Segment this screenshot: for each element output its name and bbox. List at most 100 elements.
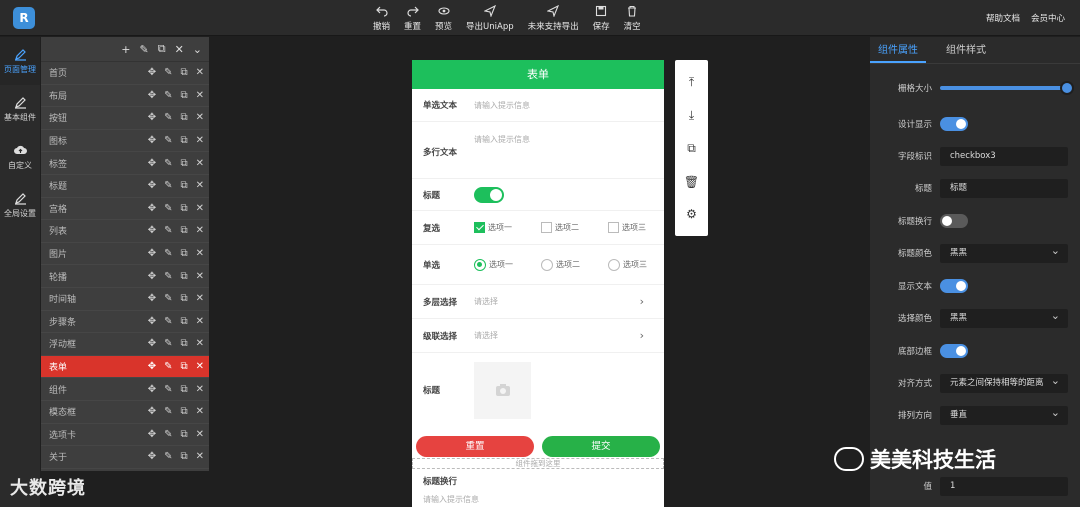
undo-button[interactable]: 撤销: [366, 5, 397, 32]
copy-icon[interactable]: ⧉: [180, 384, 187, 395]
page-list-item[interactable]: 表单 ✥ ✎ ⧉ ✕: [41, 355, 209, 379]
field-id-input[interactable]: checkbox3: [940, 146, 1068, 166]
page-list-item[interactable]: 标题 ✥ ✎ ⧉ ✕: [41, 175, 209, 198]
edit-icon[interactable]: ✎: [139, 43, 148, 56]
multilevel-select[interactable]: 请选择: [474, 296, 498, 307]
radio-option-1[interactable]: 选项一: [474, 258, 526, 271]
multilevel-select-row[interactable]: 多层选择 请选择 ›: [412, 285, 664, 319]
close-icon[interactable]: ✕: [196, 293, 204, 304]
value-input[interactable]: 1: [940, 476, 1068, 496]
close-icon[interactable]: ✕: [196, 316, 204, 327]
future-export-button[interactable]: 未来支持导出: [521, 5, 586, 32]
page-list-item[interactable]: 按钮 ✥ ✎ ⧉ ✕: [41, 107, 209, 130]
export-uniapp-button[interactable]: 导出UniApp: [459, 5, 521, 32]
move-icon[interactable]: ✥: [148, 293, 156, 304]
align-select[interactable]: 元素之间保持相等的距离: [940, 371, 1068, 393]
direction-select[interactable]: 垂直: [940, 403, 1068, 425]
radio-option-3[interactable]: 选项三: [608, 258, 660, 271]
rail-custom[interactable]: 自定义: [0, 133, 40, 181]
move-icon[interactable]: ✥: [148, 316, 156, 327]
edit-icon[interactable]: ✎: [164, 271, 172, 282]
close-icon[interactable]: ✕: [196, 180, 204, 191]
close-icon[interactable]: ✕: [196, 203, 204, 214]
copy-icon[interactable]: ⧉: [180, 361, 187, 372]
edit-icon[interactable]: ✎: [164, 135, 172, 146]
help-docs-link[interactable]: 帮助文档: [986, 12, 1020, 24]
close-icon[interactable]: ✕: [196, 406, 204, 417]
copy-icon[interactable]: ⧉: [687, 141, 696, 156]
copy-icon[interactable]: ⧉: [180, 225, 187, 236]
multi-text-input[interactable]: 请输入提示信息: [474, 134, 530, 145]
multi-text-row[interactable]: 多行文本 请输入提示信息: [412, 122, 664, 179]
copy-icon[interactable]: ⧉: [180, 112, 187, 123]
design-display-toggle[interactable]: [940, 117, 968, 131]
move-icon[interactable]: ✥: [148, 225, 156, 236]
page-list-item[interactable]: 标签 ✥ ✎ ⧉ ✕: [41, 152, 209, 175]
tab-component-styles[interactable]: 组件样式: [938, 37, 994, 63]
chevron-down-icon[interactable]: ⌄: [193, 43, 202, 56]
drop-zone[interactable]: 组件拖到这里: [412, 458, 664, 469]
settings-icon[interactable]: ⚙: [686, 207, 697, 221]
move-icon[interactable]: ✥: [148, 451, 156, 462]
copy-icon[interactable]: ⧉: [180, 271, 187, 282]
submit-button[interactable]: 提交: [542, 436, 660, 457]
page-list-item[interactable]: 列表 ✥ ✎ ⧉ ✕: [41, 220, 209, 243]
move-icon[interactable]: ✥: [148, 406, 156, 417]
copy-icon[interactable]: ⧉: [180, 451, 187, 462]
cascade-select[interactable]: 请选择: [474, 330, 498, 341]
copy-icon[interactable]: ⧉: [180, 203, 187, 214]
edit-icon[interactable]: ✎: [164, 248, 172, 259]
page-list-item[interactable]: 图片 ✥ ✎ ⧉ ✕: [41, 243, 209, 266]
radio-selected[interactable]: [474, 258, 486, 271]
move-icon[interactable]: ✥: [148, 384, 156, 395]
edit-icon[interactable]: ✎: [164, 361, 172, 372]
copy-icon[interactable]: ⧉: [180, 180, 187, 191]
close-icon[interactable]: ✕: [196, 451, 204, 462]
edit-icon[interactable]: ✎: [164, 316, 172, 327]
single-text-input[interactable]: 请输入提示信息: [474, 100, 530, 111]
close-icon[interactable]: ✕: [196, 90, 204, 101]
edit-icon[interactable]: ✎: [164, 112, 172, 123]
checkbox-unchecked[interactable]: [541, 222, 552, 233]
edit-icon[interactable]: ✎: [164, 180, 172, 191]
image-upload[interactable]: [474, 361, 531, 419]
move-icon[interactable]: ✥: [148, 361, 156, 372]
edit-icon[interactable]: ✎: [164, 429, 172, 440]
page-list-item[interactable]: 模态框 ✥ ✎ ⧉ ✕: [41, 401, 209, 424]
app-logo[interactable]: R: [13, 7, 35, 29]
tab-component-properties[interactable]: 组件属性: [870, 37, 926, 63]
page-list-item[interactable]: 布局 ✥ ✎ ⧉ ✕: [41, 85, 209, 108]
copy-icon[interactable]: ⧉: [180, 90, 187, 101]
move-icon[interactable]: ✥: [148, 67, 156, 78]
page-list-item[interactable]: 选项卡 ✥ ✎ ⧉ ✕: [41, 424, 209, 447]
move-icon[interactable]: ✥: [148, 338, 156, 349]
edit-icon[interactable]: ✎: [164, 203, 172, 214]
page-list-item[interactable]: 首页 ✥ ✎ ⧉ ✕: [41, 62, 209, 85]
edit-icon[interactable]: ✎: [164, 67, 172, 78]
move-up-icon[interactable]: ⤒: [689, 75, 694, 90]
close-icon[interactable]: ✕: [196, 248, 204, 259]
edit-icon[interactable]: ✎: [164, 406, 172, 417]
preview-button[interactable]: 预览: [428, 5, 459, 32]
edit-icon[interactable]: ✎: [164, 293, 172, 304]
checkbox-option-1[interactable]: 选项一: [474, 222, 526, 233]
member-center-link[interactable]: 会员中心: [1031, 12, 1065, 24]
checkbox-option-2[interactable]: 选项二: [541, 222, 593, 233]
copy-icon[interactable]: ⧉: [180, 338, 187, 349]
edit-icon[interactable]: ✎: [164, 451, 172, 462]
copy-icon[interactable]: ⧉: [180, 67, 187, 78]
grid-size-slider[interactable]: [940, 81, 1074, 95]
move-icon[interactable]: ✥: [148, 135, 156, 146]
close-icon[interactable]: ✕: [175, 43, 184, 56]
single-text-row[interactable]: 单选文本 请输入提示信息: [412, 89, 664, 122]
edit-icon[interactable]: ✎: [164, 90, 172, 101]
title-input[interactable]: 标题: [940, 178, 1068, 198]
close-icon[interactable]: ✕: [196, 361, 204, 372]
close-icon[interactable]: ✕: [196, 429, 204, 440]
rail-page-management[interactable]: 页面管理: [0, 37, 40, 85]
show-text-toggle[interactable]: [940, 279, 968, 293]
extra-input[interactable]: 请输入提示信息: [412, 494, 479, 505]
delete-icon[interactable]: 🗑: [684, 175, 699, 189]
close-icon[interactable]: ✕: [196, 135, 204, 146]
close-icon[interactable]: ✕: [196, 158, 204, 169]
